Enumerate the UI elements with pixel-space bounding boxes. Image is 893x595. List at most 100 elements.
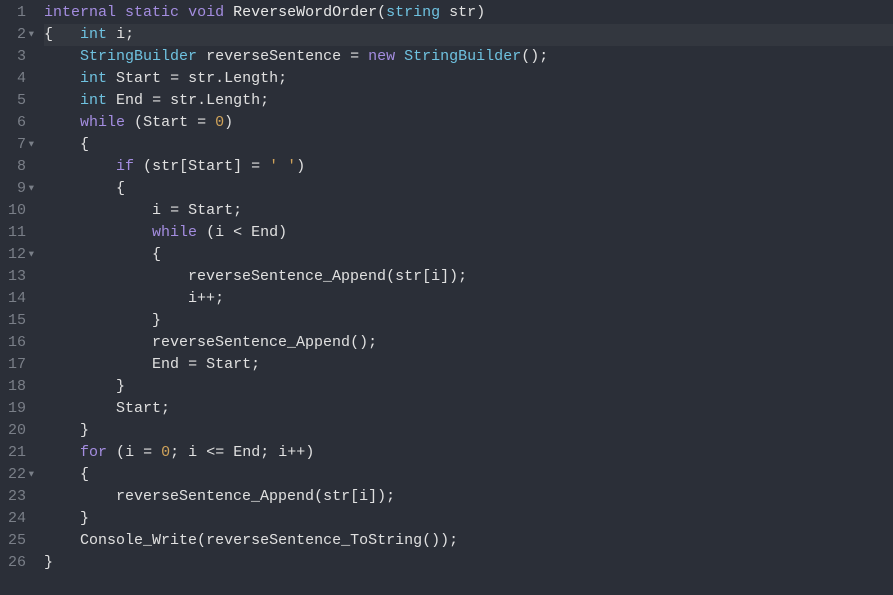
token-id: End (116, 92, 143, 109)
line-number: 7▼ (0, 134, 26, 156)
token-pun: . (197, 92, 206, 109)
token-type: StringBuilder (80, 48, 197, 65)
code-line[interactable]: } (44, 552, 893, 574)
code-line[interactable]: { int i; (44, 24, 893, 46)
token-id: i (359, 488, 368, 505)
token-pun: ]) (368, 488, 386, 505)
code-line[interactable]: i++; (44, 288, 893, 310)
code-line[interactable]: { (44, 134, 893, 156)
fold-icon[interactable]: ▼ (29, 244, 34, 266)
token-pun: ; (278, 70, 287, 87)
code-line[interactable]: { (44, 178, 893, 200)
line-number: 5 (0, 90, 26, 112)
token-pun: ( (143, 158, 152, 175)
token-pun: ; (260, 444, 269, 461)
token-id: End (233, 444, 260, 461)
fold-icon[interactable]: ▼ (29, 464, 34, 486)
code-line[interactable]: StringBuilder reverseSentence = new Stri… (44, 46, 893, 68)
token-op: = (143, 444, 152, 461)
code-line[interactable]: if (str[Start] = ' ') (44, 156, 893, 178)
line-number: 14 (0, 288, 26, 310)
fold-icon[interactable]: ▼ (29, 134, 34, 156)
token-kw: static (125, 4, 179, 21)
token-pun: { (116, 180, 125, 197)
token-pun: ; (449, 532, 458, 549)
code-editor[interactable]: 12▼34567▼89▼101112▼13141516171819202122▼… (0, 0, 893, 576)
token-id: End (152, 356, 179, 373)
code-line[interactable]: } (44, 310, 893, 332)
token-pun: { (80, 136, 89, 153)
token-pun: ( (386, 268, 395, 285)
line-number: 25 (0, 530, 26, 552)
code-line[interactable]: } (44, 420, 893, 442)
line-number: 12▼ (0, 244, 26, 266)
token-op: = (251, 158, 260, 175)
line-number: 22▼ (0, 464, 26, 486)
token-op: = (170, 70, 179, 87)
token-id: reverseSentence_ToString (206, 532, 422, 549)
code-line[interactable]: while (Start = 0) (44, 112, 893, 134)
token-type: int (80, 26, 107, 43)
line-number: 16 (0, 332, 26, 354)
token-pun: ; (215, 290, 224, 307)
fold-icon[interactable]: ▼ (29, 24, 34, 46)
token-id: str (449, 4, 476, 21)
token-pun: ) (305, 444, 314, 461)
token-id: i (116, 26, 125, 43)
code-line[interactable]: int End = str.Length; (44, 90, 893, 112)
token-pun: ( (377, 4, 386, 21)
token-pun: } (80, 422, 89, 439)
code-line[interactable]: { (44, 464, 893, 486)
line-number: 15 (0, 310, 26, 332)
code-line[interactable]: { (44, 244, 893, 266)
line-number-gutter: 12▼34567▼89▼101112▼13141516171819202122▼… (0, 0, 34, 576)
token-id: str (170, 92, 197, 109)
line-number: 3 (0, 46, 26, 68)
token-pun: ) (278, 224, 287, 241)
token-kw: for (80, 444, 107, 461)
token-id: i (188, 444, 197, 461)
token-op: = (152, 92, 161, 109)
token-pun: ]) (440, 268, 458, 285)
token-pun: ( (206, 224, 215, 241)
code-line[interactable]: Console_Write(reverseSentence_ToString()… (44, 530, 893, 552)
token-pun: ; (233, 202, 242, 219)
code-area[interactable]: internal static void ReverseWordOrder(st… (34, 0, 893, 576)
token-op: = (170, 202, 179, 219)
code-line[interactable]: Start; (44, 398, 893, 420)
token-id: reverseSentence_Append (188, 268, 386, 285)
token-id: i (431, 268, 440, 285)
code-line[interactable]: reverseSentence_Append(str[i]); (44, 486, 893, 508)
token-pun: { (80, 466, 89, 483)
code-line[interactable]: End = Start; (44, 354, 893, 376)
token-type: int (80, 70, 107, 87)
code-line[interactable]: i = Start; (44, 200, 893, 222)
token-pun: () (350, 334, 368, 351)
code-line[interactable]: while (i < End) (44, 222, 893, 244)
code-line[interactable]: for (i = 0; i <= End; i++) (44, 442, 893, 464)
token-id: i (215, 224, 224, 241)
fold-icon[interactable]: ▼ (29, 178, 34, 200)
token-type: StringBuilder (404, 48, 521, 65)
token-op: ++ (287, 444, 305, 461)
token-pun: { (44, 26, 53, 43)
code-line[interactable]: } (44, 508, 893, 530)
token-pun: ; (251, 356, 260, 373)
line-number: 18 (0, 376, 26, 398)
token-id: str (323, 488, 350, 505)
token-pun: . (215, 70, 224, 87)
token-id: Start (206, 356, 251, 373)
line-number: 23 (0, 486, 26, 508)
token-fn: ReverseWordOrder (233, 4, 377, 21)
code-line[interactable]: reverseSentence_Append(); (44, 332, 893, 354)
line-number: 17 (0, 354, 26, 376)
token-kw: while (80, 114, 125, 131)
token-kw: while (152, 224, 197, 241)
code-line[interactable]: } (44, 376, 893, 398)
code-line[interactable]: internal static void ReverseWordOrder(st… (44, 2, 893, 24)
token-op: = (350, 48, 359, 65)
token-kw: void (188, 4, 224, 21)
code-line[interactable]: reverseSentence_Append(str[i]); (44, 266, 893, 288)
token-id: str (152, 158, 179, 175)
code-line[interactable]: int Start = str.Length; (44, 68, 893, 90)
